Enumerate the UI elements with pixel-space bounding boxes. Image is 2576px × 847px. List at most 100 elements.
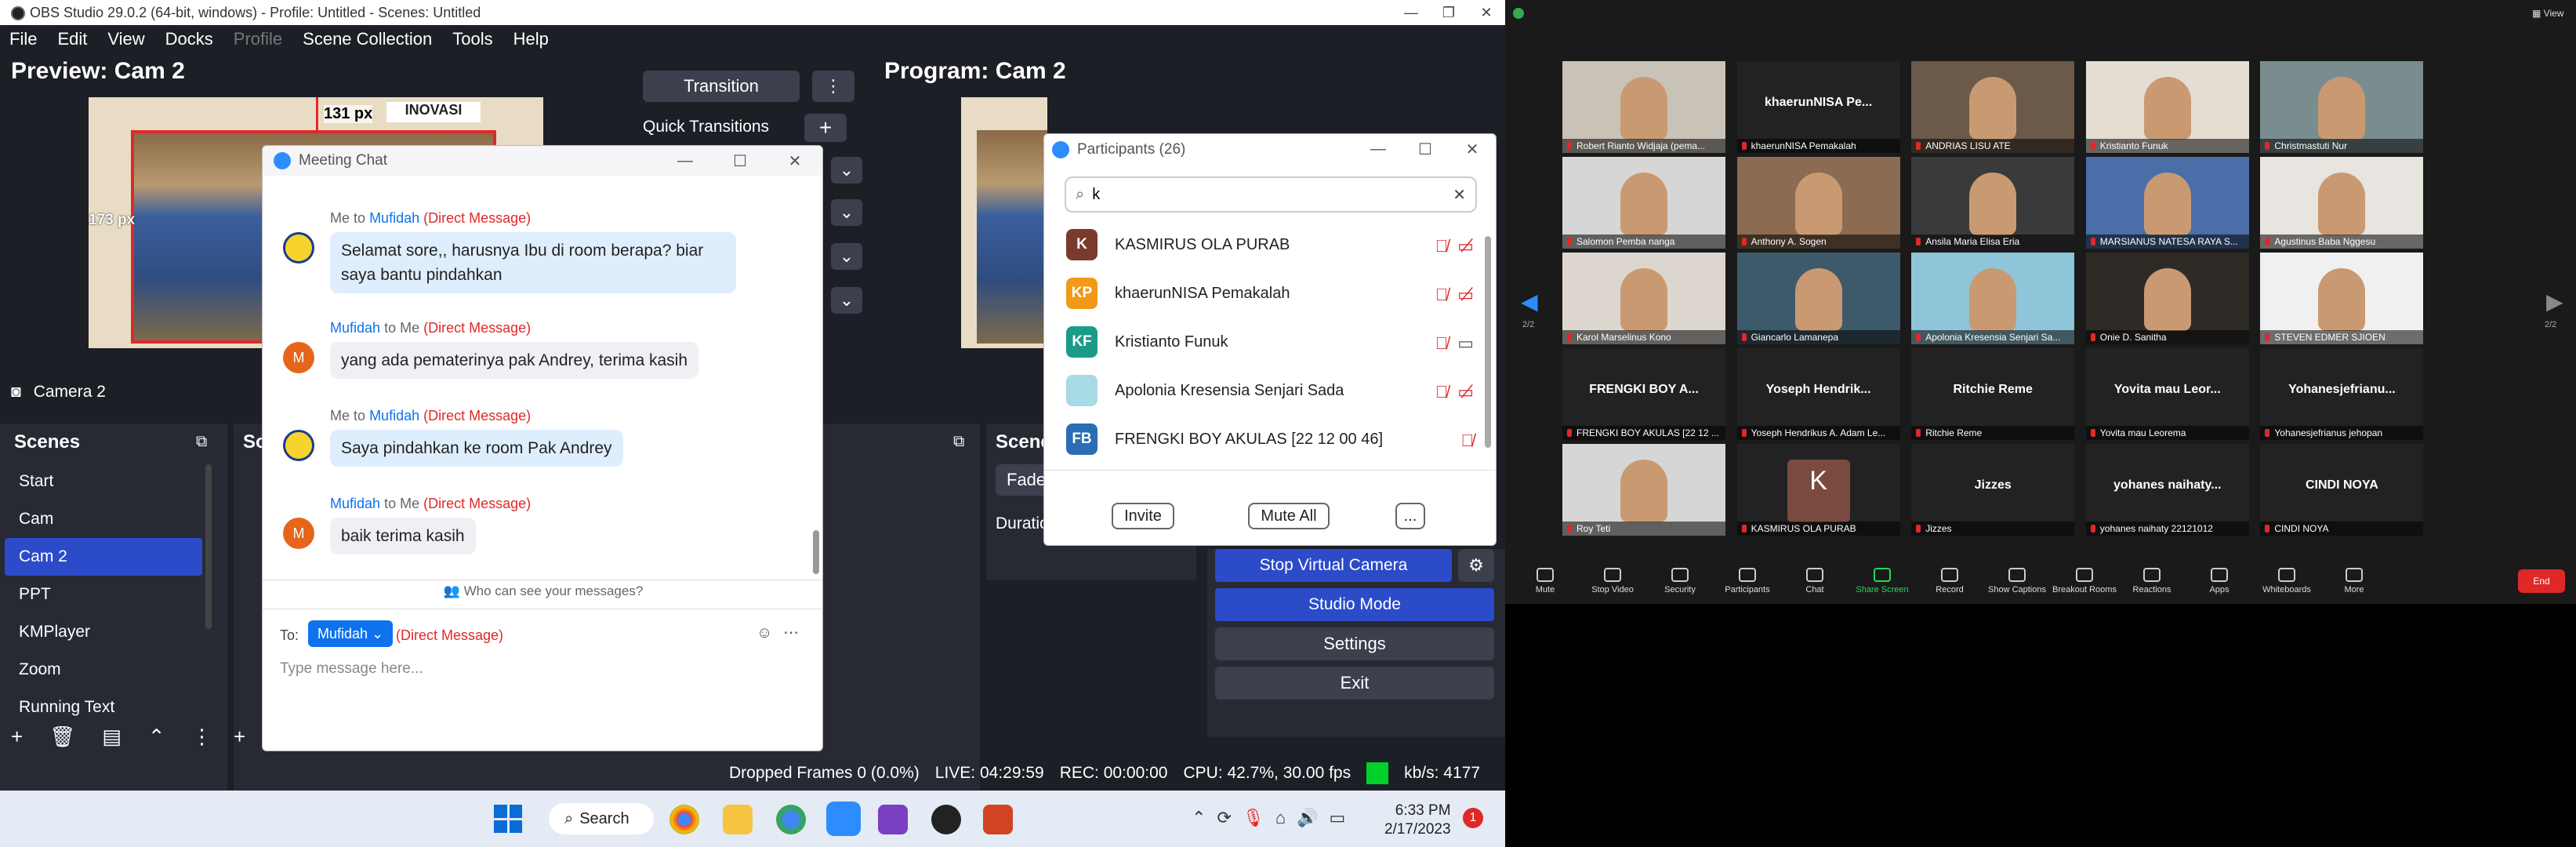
mic-muted-icon[interactable]: 🎙̸ [1435,285,1449,305]
scene-item[interactable]: PPT [5,576,202,613]
shield-button[interactable]: Security [1646,568,1714,594]
emoji-icon[interactable]: ☺ [756,624,772,642]
scroll-thumb[interactable] [1485,236,1491,448]
participant-tile[interactable]: khaerunNISA Pe... khaerunNISA Pemakalah [1736,61,1900,153]
menu-docks[interactable]: Docks [165,29,213,49]
battery-icon[interactable]: ▭ [1330,808,1346,828]
mute-all-button[interactable]: Mute All [1248,503,1330,529]
mic-muted-icon[interactable]: 🎙̸ [1435,333,1449,354]
participant-row[interactable]: FB FRENGKI BOY AKULAS [22 12 00 46] 🎙̸ [1066,415,1474,463]
participant-tile[interactable]: K KASMIRUS OLA PURAB [1736,444,1900,536]
search-box[interactable]: ⌕ Search [549,803,654,834]
menu-file[interactable]: File [9,29,37,49]
scene-item[interactable]: Running Text [5,689,202,726]
undock-icon[interactable]: ⧉ [953,433,964,451]
breakout-rooms-button[interactable]: Breakout Rooms [2051,568,2118,594]
chrome-icon[interactable] [669,805,699,834]
chevron-down-icon[interactable]: ⌄ [831,287,862,314]
add-icon[interactable]: + [11,725,23,749]
undock-icon[interactable]: ⧉ [196,433,207,451]
whiteboard-button[interactable]: Whiteboards [2253,568,2320,594]
participant-tile[interactable]: Apolonia Kresensia Senjari Sa... [1911,253,2075,344]
scene-item[interactable]: KMPlayer [5,613,202,651]
chevron-down-icon[interactable]: ⌄ [831,199,862,226]
participant-tile[interactable]: Robert Rianto Widjaja (pema... [1562,61,1725,153]
start-icon[interactable] [494,805,522,833]
trash-icon[interactable]: 🗑 [49,725,75,749]
maximize-icon[interactable]: ❐ [1430,0,1468,25]
studio-mode-button[interactable]: Studio Mode [1215,588,1494,621]
participant-tile[interactable]: Salomon Pemba nanga [1562,157,1725,249]
close-icon[interactable]: ✕ [1468,0,1505,25]
chevron-up-icon[interactable]: ⌃ [148,725,165,749]
apps-button[interactable]: Apps [2186,568,2253,594]
participant-tile[interactable]: Ansila Maria Elisa Eria [1911,157,2075,249]
video-icon[interactable]: ▭ [1457,333,1474,354]
search-input[interactable]: k [1092,186,1445,204]
participant-tile[interactable]: Jizzes Jizzes [1911,444,2075,536]
scene-item[interactable]: Start [5,463,202,500]
chevron-down-icon[interactable]: ⌄ [831,157,862,184]
participant-tile[interactable]: Onie D. Sanitha [2085,253,2249,344]
participants-button[interactable]: Participants [1714,568,1781,594]
exit-button[interactable]: Exit [1215,667,1494,700]
participant-row[interactable]: KP khaerunNISA Pemakalah 🎙̸ ▭̸ [1066,269,1474,318]
who-can-see-link[interactable]: 👥 Who can see your messages? [263,583,822,599]
chat-button[interactable]: Chat [1781,568,1849,594]
mic-icon[interactable]: 🎙 [1243,808,1264,828]
video-off-icon[interactable]: ▭̸ [1457,236,1474,256]
mic-muted-icon[interactable]: 🎙̸ [1435,382,1449,402]
menu-tools[interactable]: Tools [452,29,492,49]
mic-muted-icon[interactable]: 🎙̸ [1461,431,1475,451]
chrome-profile-icon[interactable] [776,805,806,834]
mic-muted-icon[interactable]: 🎙̸ [1435,236,1449,256]
reactions-button[interactable]: Reactions [2118,568,2186,594]
participant-search[interactable]: ⌕ k ✕ [1065,176,1477,213]
chevron-down-icon[interactable]: ⌄ [831,243,862,270]
view-button[interactable]: ▦ View [2532,8,2563,19]
scene-item-selected[interactable]: Cam 2 [5,538,202,576]
add-quick-transition-button[interactable]: + [804,114,847,142]
menu-view[interactable]: View [107,29,144,49]
scene-item[interactable]: Zoom [5,651,202,689]
maximize-icon[interactable]: ☐ [1402,134,1449,164]
menu-profile[interactable]: Profile [234,29,282,49]
participant-row[interactable]: K KASMIRUS OLA PURAB 🎙̸ ▭̸ [1066,220,1474,269]
participant-tile[interactable]: Yohanesjefrianu... Yohanesjefrianus jehop… [2260,348,2424,440]
participant-tile[interactable]: ANDRIAS LISU ATE [1911,61,2075,153]
zoom-taskbar-icon[interactable] [826,802,861,836]
participant-tile[interactable]: Christmastuti Nur [2260,61,2424,153]
participant-tile[interactable]: STEVEN EDMER SJIOEN [2260,253,2424,344]
video-off-icon[interactable]: ▭̸ [1457,285,1474,305]
obs-taskbar-icon[interactable] [931,805,961,834]
gear-icon[interactable]: ⚙ [1458,549,1494,582]
scroll-thumb[interactable] [813,530,819,574]
captions-button[interactable]: Show Captions [1983,568,2051,594]
settings-button[interactable]: Settings [1215,627,1494,660]
transition-menu-icon[interactable]: ⋮ [812,71,854,102]
message-input[interactable]: Type message here... [280,660,805,678]
participant-row[interactable]: KF Kristianto Funuk 🎙̸ ▭ [1066,318,1474,366]
participant-tile[interactable]: Kristianto Funuk [2085,61,2249,153]
scroll-thumb[interactable] [205,464,212,629]
end-button[interactable]: End [2518,569,2565,593]
participant-tile[interactable]: yohanes naihaty... yohanes naihaty 221210… [2085,444,2249,536]
stop-virtual-camera-button[interactable]: Stop Virtual Camera [1215,549,1452,582]
sync-icon[interactable]: ⟳ [1217,808,1231,828]
mic-button[interactable]: Mute [1511,568,1579,594]
filter-icon[interactable]: ▤ [102,725,122,749]
transition-button[interactable]: Transition [643,71,800,102]
participant-tile[interactable]: FRENGKI BOY A... FRENGKI BOY AKULAS [22 1… [1562,348,1725,440]
close-icon[interactable]: ✕ [767,146,822,176]
minimize-icon[interactable]: — [1392,0,1430,25]
video-button[interactable]: Stop Video [1579,568,1646,594]
participant-tile[interactable]: Giancarlo Lamanepa [1736,253,1900,344]
recipient-dropdown[interactable]: Mufidah ⌄ [308,620,394,647]
close-icon[interactable]: ✕ [1449,134,1496,164]
minimize-icon[interactable]: — [1355,134,1402,164]
add-source-icon[interactable]: + [234,725,245,749]
invite-button[interactable]: Invite [1112,503,1174,529]
prev-page-icon[interactable]: ◀ [1521,289,1538,314]
participant-tile[interactable]: Yovita mau Leor... Yovita mau Leorema [2085,348,2249,440]
clock[interactable]: 6:33 PM 2/17/2023 [1384,802,1451,839]
